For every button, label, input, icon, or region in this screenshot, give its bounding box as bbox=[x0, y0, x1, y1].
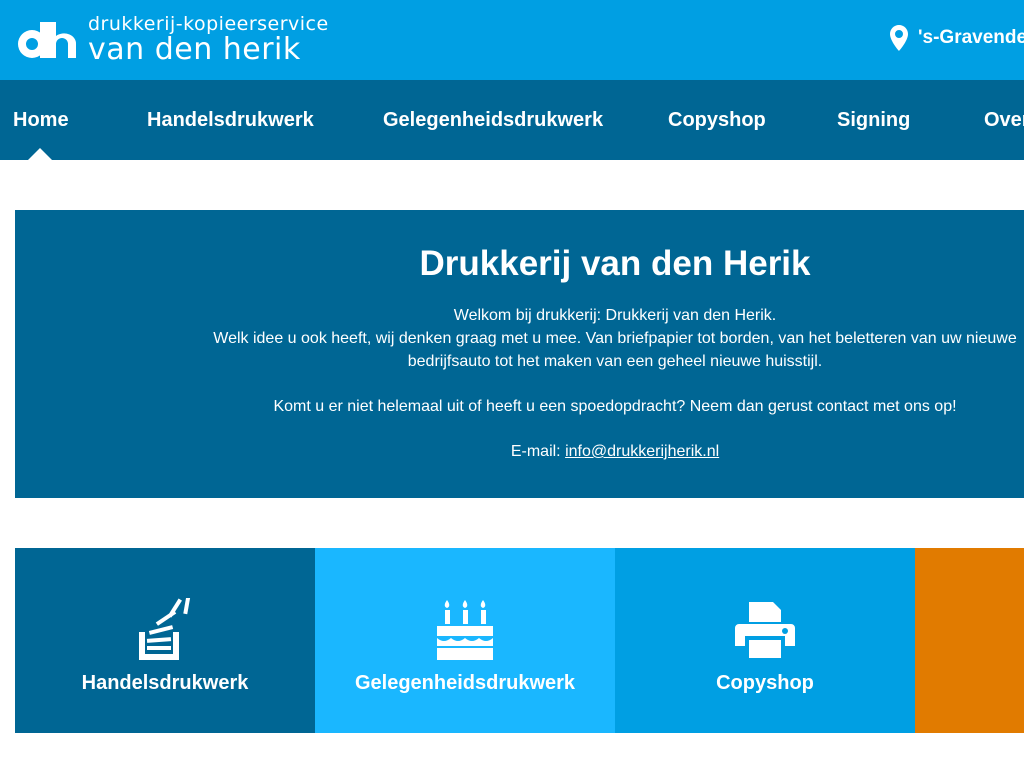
email-link[interactable]: info@drukkerijherik.nl bbox=[565, 443, 719, 460]
welcome-line: Welkom bij drukkerij: Drukkerij van den … bbox=[453, 307, 777, 324]
tile-copyshop[interactable]: Copyshop bbox=[615, 548, 915, 733]
nav-over-ons[interactable]: Over ons bbox=[984, 80, 1024, 160]
contact-prompt: Komt u er niet helemaal uit of heeft u e… bbox=[273, 398, 957, 415]
top-bar: drukkerij-kopieerservice van den herik '… bbox=[0, 0, 1024, 80]
tile-label: Handelsdrukwerk bbox=[81, 672, 249, 694]
tile-label: Copyshop bbox=[716, 672, 814, 694]
tile-label: Gelegenheidsdrukwerk bbox=[354, 672, 576, 694]
nav-copyshop[interactable]: Copyshop bbox=[668, 80, 766, 160]
printer-icon bbox=[735, 602, 795, 658]
logo[interactable]: drukkerij-kopieerservice van den herik bbox=[14, 14, 329, 66]
paper-stack-icon bbox=[139, 598, 191, 660]
welcome-text: Welkom bij drukkerij: Drukkerij van den … bbox=[205, 304, 1024, 485]
location-label: 's-Gravendeel bbox=[918, 27, 1024, 48]
nav-handelsdrukwerk[interactable]: Handelsdrukwerk bbox=[147, 80, 314, 160]
active-nav-indicator bbox=[28, 148, 52, 160]
tile-gelegenheidsdrukwerk[interactable]: Gelegenheidsdrukwerk bbox=[315, 548, 615, 733]
email-label: E-mail: bbox=[510, 443, 566, 460]
location[interactable]: 's-Gravendeel bbox=[890, 25, 1024, 51]
birthday-cake-icon bbox=[437, 600, 493, 660]
logo-name: van den herik bbox=[88, 32, 301, 67]
logo-mark-icon bbox=[18, 22, 77, 58]
tile-handelsdrukwerk[interactable]: Handelsdrukwerk bbox=[15, 548, 315, 733]
logo-tagline: drukkerij-kopieerservice bbox=[88, 13, 329, 35]
page-title: Drukkerij van den Herik bbox=[419, 244, 811, 283]
intro-text: Welk idee u ook heeft, wij denken graag … bbox=[213, 330, 1017, 370]
main-nav: Home Handelsdrukwerk Gelegenheidsdrukwer… bbox=[0, 80, 1024, 160]
nav-gelegenheidsdrukwerk[interactable]: Gelegenheidsdrukwerk bbox=[383, 80, 603, 160]
map-pin-icon bbox=[890, 25, 908, 51]
tile-signing-partial[interactable] bbox=[915, 548, 1024, 733]
nav-signing[interactable]: Signing bbox=[837, 80, 910, 160]
